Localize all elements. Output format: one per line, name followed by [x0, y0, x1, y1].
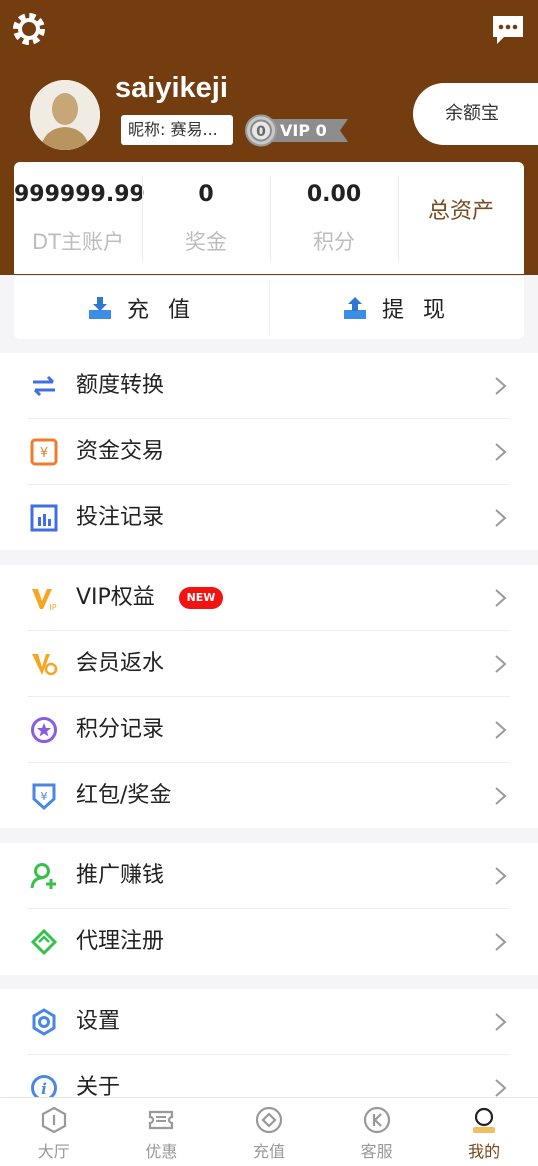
withdraw-label: 提 现 [382, 297, 451, 323]
message-icon[interactable] [490, 13, 526, 47]
menu-item-points-records[interactable]: 积分记录 [0, 697, 538, 763]
svg-text:¥: ¥ [40, 446, 48, 461]
username: saiyikeji [115, 72, 228, 104]
balance-panel: 999999.99 DT主账户 0 奖金 0.00 积分 总资产 [14, 162, 524, 274]
ticket-icon [149, 1110, 174, 1130]
recharge-button[interactable]: 充 值 [14, 276, 269, 339]
nickname-badge: 昵称: 赛易... [121, 115, 233, 145]
chevron-right-icon [495, 655, 507, 673]
tab-promotions[interactable]: 优惠 [108, 1098, 216, 1166]
menu-item-member-rebate[interactable]: 会员返水 [0, 631, 538, 697]
fund-actions: 充 值 提 现 [14, 275, 524, 339]
chevron-right-icon [495, 867, 507, 885]
yuan-exchange-icon: ¥ [30, 438, 58, 466]
hall-icon [41, 1106, 66, 1134]
recharge-icon [255, 1106, 283, 1134]
tab-profile[interactable]: 我的 [430, 1098, 538, 1166]
tab-hall[interactable]: 大厅 [0, 1098, 108, 1166]
tab-label: 我的 [468, 1142, 501, 1161]
svg-text:¥: ¥ [41, 790, 48, 803]
red-packet-icon: ¥ [32, 783, 56, 810]
avatar[interactable] [30, 80, 100, 150]
tab-label: 充值 [252, 1142, 285, 1161]
rebate-icon [32, 654, 58, 676]
yuebao-button[interactable]: 余额宝 [413, 83, 538, 145]
upload-tray-icon [344, 296, 366, 319]
chevron-right-icon [495, 377, 507, 395]
agent-tag-icon [30, 928, 58, 956]
transfer-arrows-icon [33, 375, 55, 397]
menu-group-promotion: 推广赚钱 代理注册 [0, 843, 538, 975]
points-star-icon [31, 717, 57, 743]
download-tray-icon [89, 296, 111, 319]
tab-recharge[interactable]: 充值 [215, 1098, 323, 1166]
menu-item-fund-trade[interactable]: ¥ 资金交易 [0, 419, 538, 485]
menu-item-label: 红包/奖金 [76, 783, 172, 808]
vip-icon: IP [32, 589, 57, 612]
main-account-label: DT主账户 [32, 230, 124, 254]
service-icon [363, 1106, 390, 1134]
menu-item-label: 代理注册 [76, 929, 165, 954]
menu-item-label: 推广赚钱 [76, 863, 165, 888]
menu-item-agent-register[interactable]: 代理注册 [0, 909, 538, 975]
menu-group-funds: 额度转换 ¥ 资金交易 投注记录 [0, 353, 538, 550]
settings-icon [32, 1008, 56, 1036]
menu-item-settings[interactable]: 设置 [0, 989, 538, 1055]
menu-item-promote-earn[interactable]: 推广赚钱 [0, 843, 538, 909]
svg-text:i: i [41, 1080, 47, 1098]
tab-label: 优惠 [145, 1142, 178, 1161]
chevron-right-icon [495, 1013, 507, 1031]
chevron-right-icon [495, 509, 507, 527]
menu-group-system: 设置 i 关于 [0, 989, 538, 1101]
menu-item-label: VIP权益 [76, 585, 155, 610]
main-account-value: 999999.99 [14, 182, 145, 207]
total-assets-link[interactable]: 总资产 [398, 162, 524, 262]
chevron-right-icon [495, 443, 507, 461]
svg-text:IP: IP [49, 603, 56, 612]
menu-item-label: 资金交易 [76, 439, 165, 464]
points-value: 0.00 [306, 182, 362, 207]
menu-item-bet-records[interactable]: 投注记录 [0, 485, 538, 551]
menu-group-vip: IP VIP权益 NEW 会员返水 积分记录 ¥ 红包/奖金 [0, 565, 538, 828]
withdraw-button[interactable]: 提 现 [269, 276, 524, 339]
profile-icon [473, 1107, 496, 1133]
main-account-stat[interactable]: 999999.99 DT主账户 [14, 162, 145, 274]
chevron-right-icon [495, 589, 507, 607]
menu-item-label: 积分记录 [76, 717, 165, 742]
add-user-icon [30, 863, 56, 889]
menu-item-label: 设置 [76, 1009, 121, 1034]
new-badge: NEW [179, 587, 223, 609]
chevron-right-icon [495, 1079, 507, 1097]
menu-item-label: 投注记录 [76, 505, 165, 530]
menu-item-vip-benefits[interactable]: IP VIP权益 NEW [0, 565, 538, 631]
recharge-label: 充 值 [127, 297, 196, 323]
points-stat[interactable]: 0.00 积分 [270, 162, 398, 274]
points-label: 积分 [313, 230, 355, 254]
menu-item-label: 额度转换 [76, 373, 165, 398]
chevron-right-icon [495, 933, 507, 951]
chevron-right-icon [495, 721, 507, 739]
vip-level-label: VIP 0 [280, 121, 327, 140]
tab-customer-service[interactable]: 客服 [323, 1098, 431, 1166]
bonus-value: 0 [198, 182, 214, 207]
menu-item-red-packet-bonus[interactable]: ¥ 红包/奖金 [0, 763, 538, 829]
bar-chart-icon [30, 504, 58, 532]
menu-item-label: 会员返水 [76, 651, 165, 676]
menu-item-quota-transfer[interactable]: 额度转换 [0, 353, 538, 419]
vip-level-badge: 0 VIP 0 [245, 114, 348, 147]
chevron-right-icon [495, 787, 507, 805]
bonus-stat[interactable]: 0 奖金 [142, 162, 270, 274]
bottom-tab-bar: 大厅 优惠 充值 客服 我的 [0, 1097, 538, 1166]
settings-gear-icon[interactable] [8, 8, 50, 50]
tab-label: 客服 [360, 1142, 393, 1161]
tab-label: 大厅 [37, 1142, 70, 1161]
vip-level-number: 0 [256, 124, 266, 140]
bonus-label: 奖金 [185, 230, 227, 254]
